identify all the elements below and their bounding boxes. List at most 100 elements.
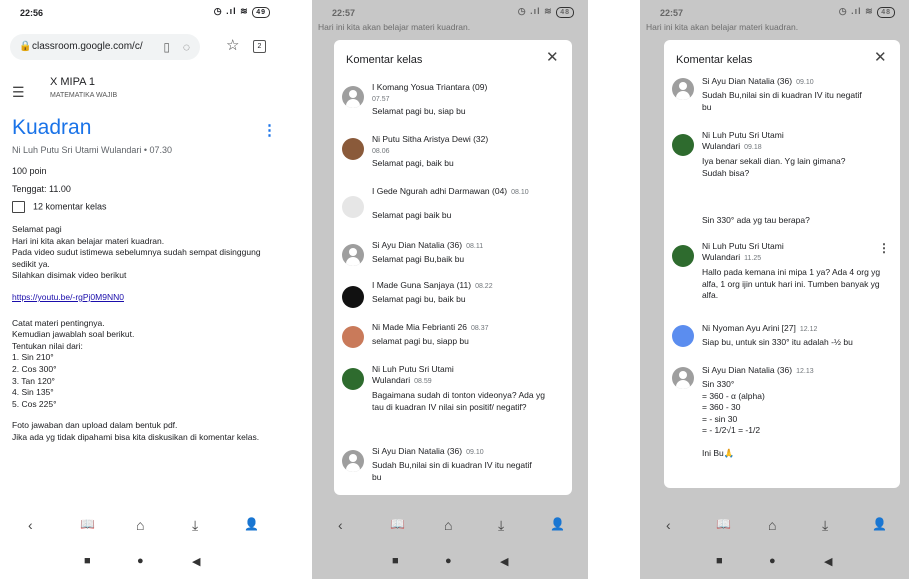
desc-line: 4. Sin 135°	[12, 387, 54, 398]
recents-icon[interactable]: ■	[392, 555, 399, 567]
comment-options-icon[interactable]: ⋮	[878, 241, 890, 255]
comment-text: Iya benar sekali dian. Yg lain gimana? S…	[702, 156, 846, 178]
back-button-icon[interactable]: ◀	[192, 555, 200, 568]
status-icons: ◷ .ıl ≋ 48	[839, 6, 895, 18]
status-glyphs: ◷ .ıl ≋	[213, 6, 249, 16]
more-options-icon[interactable]: ⋮	[262, 121, 277, 139]
avatar	[342, 450, 364, 472]
browser-nav-bar: ‹ 📖 ⌂ ⤓ 👤	[312, 513, 588, 543]
desc-line: Kemudian jawablah soal berikut.	[12, 329, 135, 340]
background-text: Hari ini kita akan belajar materi kuadra…	[318, 22, 471, 32]
book-icon[interactable]: 📖	[716, 517, 731, 531]
comment-text: Siap bu, untuk sin 330° itu adalah -½ bu	[702, 337, 853, 347]
battery-icon: 48	[877, 7, 895, 18]
home-icon[interactable]: ⌂	[136, 517, 144, 533]
star-icon[interactable]: ☆	[226, 36, 239, 54]
battery-icon: 48	[556, 7, 574, 18]
home-button-icon[interactable]: ●	[769, 555, 776, 567]
status-time: 22:57	[332, 8, 356, 18]
url-text[interactable]: classroom.google.com/c/	[32, 34, 143, 60]
account-icon[interactable]: 👤	[550, 517, 565, 531]
system-nav-bar: ■ ● ◀	[640, 553, 909, 575]
avatar	[672, 134, 694, 156]
avatar	[342, 286, 364, 308]
download-icon[interactable]: ⤓	[498, 517, 504, 534]
comment-time: 08.11	[466, 243, 484, 250]
avatar	[342, 368, 364, 390]
bookmark-icon[interactable]: ▯	[163, 34, 170, 60]
desc-line: 3. Tan 120°	[12, 375, 55, 386]
back-icon[interactable]: ‹	[338, 517, 343, 533]
due-date: Tenggat: 11.00	[12, 184, 71, 194]
desc-line: Jika ada yg tidak dipahami bisa kita dis…	[12, 431, 260, 442]
comment-time: 08.37	[470, 325, 489, 332]
account-icon[interactable]: 👤	[244, 517, 259, 531]
home-button-icon[interactable]: ●	[137, 555, 144, 567]
battery-icon: 49	[252, 7, 270, 18]
comment-time: 07.57	[372, 96, 390, 103]
back-button-icon[interactable]: ◀	[824, 555, 832, 568]
comment-author: I Gede Ngurah adhi Darmawan (04) 08.10	[372, 186, 562, 198]
back-button-icon[interactable]: ◀	[500, 555, 508, 568]
comment-text: selamat pagi bu, siapp bu	[372, 336, 469, 346]
home-icon[interactable]: ⌂	[444, 517, 452, 533]
class-comments-link[interactable]: 12 komentar kelas	[12, 201, 107, 213]
class-name: X MIPA 1	[50, 76, 96, 88]
menu-icon[interactable]: ☰	[12, 84, 25, 101]
status-icons: ◷ .ıl ≋ 49	[214, 6, 270, 18]
close-icon[interactable]: ✕	[874, 48, 887, 66]
comment-author: Ni Luh Putu Sri Utami Wulandari 08.59	[372, 364, 512, 387]
comment-author: Si Ayu Dian Natalia (36) 12.13	[702, 365, 814, 377]
download-icon[interactable]: ⤓	[192, 517, 198, 534]
comment-time: 11.25	[744, 255, 762, 262]
back-icon[interactable]: ‹	[666, 517, 671, 533]
home-icon[interactable]: ⌂	[768, 517, 776, 533]
account-icon[interactable]: 👤	[872, 517, 887, 531]
points: 100 poin	[12, 166, 47, 176]
book-icon[interactable]: 📖	[390, 517, 405, 531]
comment-author: I Komang Yosua Triantara (09)	[372, 82, 487, 93]
video-link[interactable]: https://youtu.be/-rgPj0M9NN0	[12, 292, 124, 302]
assignment-title: Kuadran	[12, 116, 92, 139]
video-link-block: https://youtu.be/-rgPj0M9NN0	[12, 292, 277, 304]
status-bar: 22:56 ◷ .ıl ≋ 49	[0, 0, 284, 26]
recents-icon[interactable]: ■	[716, 555, 723, 567]
system-nav-bar: ■ ● ◀	[0, 553, 284, 575]
assignment-description: Selamat pagi Hari ini kita akan belajar …	[12, 224, 277, 454]
desc-line: 2. Cos 300°	[12, 363, 57, 374]
phone-screen-assignment: 22:56 ◷ .ıl ≋ 49 🔒 classroom.google.com/…	[0, 0, 284, 579]
avatar	[342, 196, 364, 218]
dialog-title: Komentar kelas	[676, 54, 753, 66]
avatar	[672, 325, 694, 347]
download-icon[interactable]: ⤓	[822, 517, 828, 534]
back-icon[interactable]: ‹	[28, 517, 33, 533]
author-name: Si Ayu Dian Natalia (36)	[372, 446, 463, 456]
comments-dialog: Komentar kelas ✕ I Komang Yosua Triantar…	[334, 40, 572, 495]
recents-icon[interactable]: ■	[84, 555, 91, 567]
browser-nav-bar: ‹ 📖 ⌂ ⤓ 👤	[0, 513, 284, 543]
author-name: Ni Luh Putu Sri Utami Wulandari	[372, 364, 454, 385]
avatar	[672, 245, 694, 267]
comment-author: Ni Luh Putu Sri Utami Wulandari 09.18	[702, 130, 842, 153]
author-name: Si Ayu Dian Natalia (36)	[372, 240, 463, 250]
description-block-3: Foto jawaban dan upload dalam bentuk pdf…	[12, 420, 277, 443]
close-icon[interactable]: ✕	[546, 48, 559, 66]
avatar	[342, 86, 364, 108]
author-name: Ni Luh Putu Sri Utami Wulandari	[702, 241, 784, 262]
book-icon[interactable]: 📖	[80, 517, 95, 531]
comment-text: Selamat pagi bu, baik bu	[372, 294, 466, 304]
comment-time: 09.10	[796, 79, 814, 86]
reload-icon[interactable]: ◌	[183, 34, 190, 60]
author-name: I Gede Ngurah adhi Darmawan (04)	[372, 186, 508, 196]
author-name: Ni Made Mia Febrianti 26	[372, 322, 467, 332]
comment-author: Si Ayu Dian Natalia (36) 09.10	[372, 446, 484, 458]
desc-line: Catat materi pentingnya.	[12, 317, 105, 328]
comment-text: Sudah Bu,nilai sin di kuadran IV itu neg…	[702, 90, 862, 112]
comment-time: 12.12	[799, 326, 818, 333]
home-button-icon[interactable]: ●	[445, 555, 452, 567]
comment-author: I Made Guna Sanjaya (11) 08.22	[372, 280, 493, 292]
address-bar[interactable]: 🔒 classroom.google.com/c/ ▯ ◌	[10, 34, 200, 60]
tab-count-button[interactable]: 2	[253, 40, 266, 53]
author-name: Ni Luh Putu Sri Utami Wulandari	[702, 130, 784, 151]
class-subject: MATEMATIKA WAJIB	[50, 92, 118, 99]
